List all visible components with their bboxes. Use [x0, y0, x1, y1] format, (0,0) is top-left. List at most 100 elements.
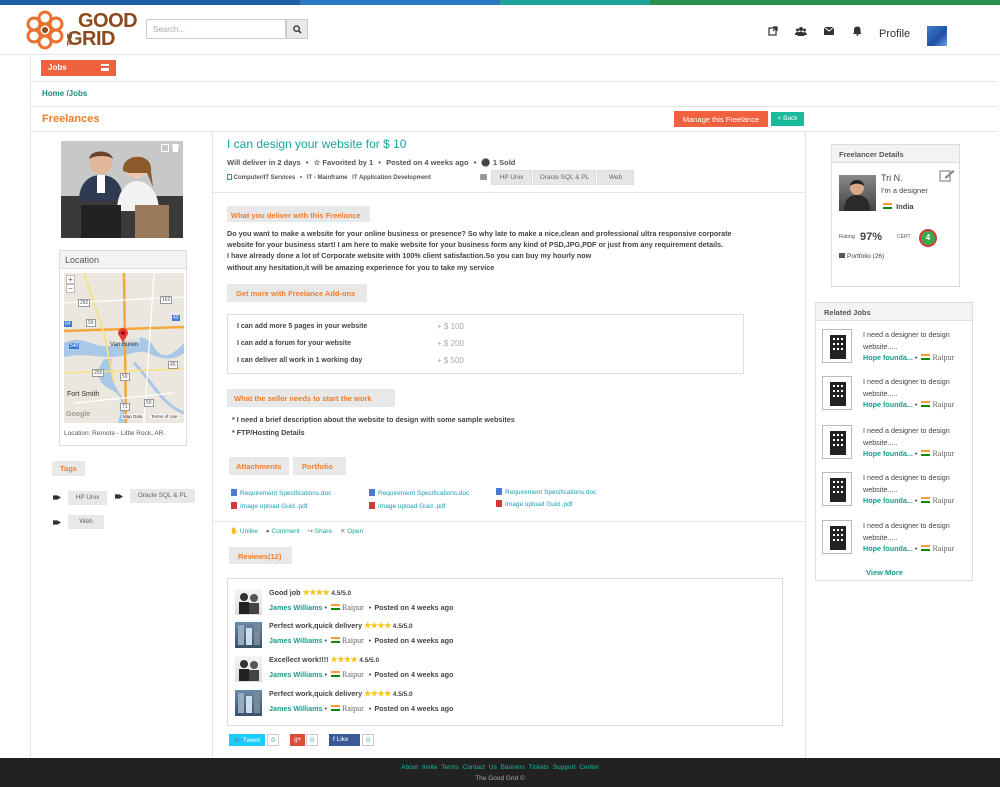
logo[interactable]: THE GOOD GRID	[25, 9, 138, 51]
rating-stars-icon: ★★★★	[302, 588, 330, 597]
related-job-item[interactable]: I need a designer to design website..... …	[822, 329, 970, 373]
search-button[interactable]	[286, 19, 308, 39]
addon-item[interactable]: I can add a forum for your website	[237, 340, 351, 347]
listing-categories: Computer/IT Services • IT - Mainframe IT…	[227, 174, 431, 181]
tweet-button[interactable]: 🐦 Tweet	[229, 734, 265, 746]
tag-item[interactable]: Web	[68, 515, 104, 529]
star-outline-icon[interactable]: ☆	[314, 158, 321, 167]
freelancer-avatar[interactable]	[839, 175, 876, 211]
tab-attachments[interactable]: Attachments	[229, 457, 289, 475]
breadcrumb[interactable]: Home /Jobs	[42, 89, 87, 98]
footer-link-support[interactable]: Support Center	[553, 764, 599, 771]
copyright: The Good Grid ©	[475, 775, 525, 782]
toolbar-bar	[30, 55, 997, 82]
india-flag-icon	[921, 497, 931, 503]
reviewer-name[interactable]: James Williams	[269, 603, 322, 612]
attachment-link[interactable]: Requirement Specifications.doc	[496, 488, 596, 496]
open-button[interactable]: ✕ Open	[340, 528, 363, 535]
footer-link-tickets[interactable]: Tickets	[529, 764, 549, 771]
attachment-link[interactable]: Image upload Guid .pdf	[369, 502, 446, 510]
thumbs-down-icon: ✋	[230, 528, 239, 535]
trash-icon[interactable]	[172, 144, 179, 152]
reviews-label[interactable]: Reviews(12)	[229, 547, 292, 564]
reviewer-name[interactable]: James Williams	[269, 636, 322, 645]
map-pin-icon[interactable]	[118, 328, 128, 342]
twitter-icon: 🐦	[233, 737, 242, 744]
edit-profile-icon[interactable]	[939, 169, 955, 182]
addon-price: + $ 500	[437, 356, 464, 365]
tag-item[interactable]: Oracle SQL & PL	[130, 489, 195, 503]
reviewer-avatar[interactable]	[235, 622, 262, 648]
reviewer-avatar[interactable]	[235, 656, 262, 682]
footer-link-banners[interactable]: Banners	[501, 764, 525, 771]
addon-item[interactable]: I can deliver all work in 1 working day	[237, 357, 362, 364]
column-divider	[212, 132, 213, 758]
addons-label: Get more with Freelance Add-ons	[227, 284, 367, 302]
top-header: THE GOOD GRID Search... Profile	[0, 5, 1000, 55]
share-button[interactable]: ↪ Share	[308, 528, 333, 535]
portfolio-link[interactable]: Portfolio (26)	[839, 253, 884, 260]
manage-freelance-button[interactable]: Manage this Freelance	[674, 111, 768, 127]
location-map[interactable]: + − Van Buren Fort Smith 162 282 64 59 4…	[64, 273, 184, 423]
category-icon	[227, 174, 232, 180]
envelope-icon[interactable]	[822, 24, 836, 38]
logo-flower-icon	[26, 10, 64, 50]
reviewer-avatar[interactable]	[235, 589, 262, 615]
users-icon[interactable]	[794, 24, 808, 38]
facebook-like-button[interactable]: f Like	[329, 734, 360, 746]
footer-link-terms[interactable]: Terms	[441, 764, 459, 771]
deliver-description: Do you want to make a website for your o…	[227, 229, 732, 272]
zoom-in-button[interactable]: +	[66, 275, 75, 284]
freelancer-name[interactable]: Tri N.	[881, 173, 903, 183]
view-more-link[interactable]: View More	[866, 568, 903, 577]
back-button[interactable]: < Back	[771, 112, 804, 126]
unlike-button[interactable]: ✋ Unlike	[230, 528, 258, 535]
related-job-item[interactable]: I need a designer to design website..... …	[822, 472, 970, 516]
attachment-link[interactable]: Requirement Specifications.doc	[231, 489, 331, 497]
tab-portfolio[interactable]: Portfolio	[293, 457, 346, 475]
reviewer-name[interactable]: James Williams	[269, 704, 322, 713]
location-panel: Location + − Van Buren Fort Smith 162 28…	[59, 250, 187, 446]
attachment-link[interactable]: Image upload Guid .pdf	[496, 500, 573, 508]
related-job-item[interactable]: I need a designer to design website..... …	[822, 425, 970, 469]
skill-pill[interactable]: HP Unix	[491, 170, 532, 185]
footer-link-invite[interactable]: Invite	[422, 764, 438, 771]
addon-item[interactable]: I can add more 5 pages in your website	[237, 323, 367, 330]
footer-link-about[interactable]: About	[401, 764, 418, 771]
comment-button[interactable]: ● Comment	[266, 528, 300, 535]
footer-link-contact[interactable]: Contact Us	[463, 764, 497, 771]
skill-pill[interactable]: Oracle SQL & PL	[533, 170, 596, 185]
skill-pill[interactable]: Web	[597, 170, 634, 185]
external-link-icon[interactable]	[766, 24, 780, 38]
map-road-label: 162	[160, 296, 173, 304]
edit-icon[interactable]	[161, 144, 169, 152]
freelancer-role: I'm a designer	[881, 186, 928, 195]
jobs-menu-button[interactable]: Jobs	[41, 60, 116, 76]
bell-icon[interactable]	[850, 24, 864, 38]
attachment-link[interactable]: Requirement Specifications.doc	[369, 489, 469, 497]
rating-stars-icon: ★★★★	[364, 689, 391, 698]
gplus-button[interactable]: g+	[290, 734, 305, 746]
related-job-item[interactable]: I need a designer to design website..... …	[822, 376, 970, 420]
related-job-item[interactable]: I need a designer to design website..... …	[822, 520, 970, 564]
search-input[interactable]: Search...	[146, 19, 286, 39]
zoom-out-button[interactable]: −	[66, 284, 75, 293]
reviewer-name[interactable]: James Williams	[269, 670, 322, 679]
avatar[interactable]	[927, 26, 947, 46]
location-title: Location	[60, 251, 186, 269]
addons-table: I can add more 5 pages in your website +…	[227, 314, 744, 374]
briefcase-icon	[839, 253, 845, 258]
attachment-link[interactable]: Image upload Guid .pdf	[231, 502, 308, 510]
profile-link[interactable]: Profile	[879, 28, 910, 40]
map-terms-link[interactable]: Terms of Use	[150, 414, 179, 419]
tag-item[interactable]: HP Unix	[68, 491, 107, 505]
map-data-link[interactable]: Map Data	[122, 414, 144, 419]
reviewer-avatar[interactable]	[235, 690, 262, 716]
footer: About Invite Terms Contact Us Banners Ti…	[0, 758, 1000, 787]
doc-file-icon	[496, 488, 502, 495]
rating-value: 97%	[860, 231, 883, 243]
building-icon	[822, 425, 852, 459]
title-bar	[30, 107, 997, 132]
rating-label: Rating	[839, 234, 855, 240]
map-road-label: 45	[168, 361, 178, 369]
